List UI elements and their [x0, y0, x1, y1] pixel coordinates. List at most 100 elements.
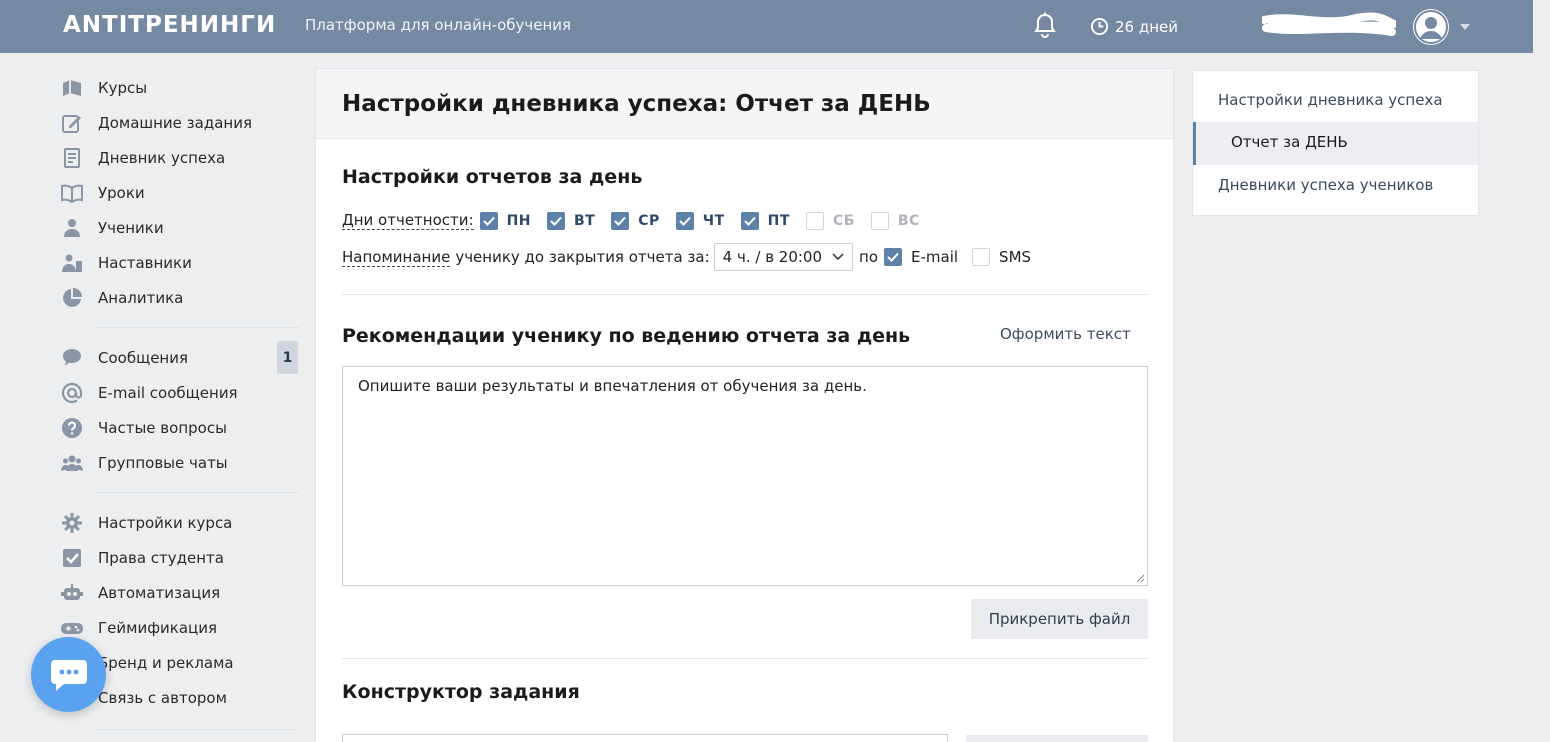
sidebar-item-lessons[interactable]: Уроки [55, 175, 300, 210]
sidebar-item-homework[interactable]: Домашние задания [55, 105, 300, 140]
daily-report-settings-title: Настройки отчетов за день [342, 166, 643, 188]
sidebar-item-group-chats[interactable]: Групповые чаты [55, 445, 300, 480]
sidebar-divider [97, 729, 299, 730]
reminder-label[interactable]: Напоминание [342, 248, 451, 267]
day-checkbox-wed[interactable] [611, 211, 630, 230]
messages-icon [61, 347, 83, 369]
courses-icon [61, 77, 83, 99]
timer-label: 26 дней [1115, 17, 1179, 36]
section-divider [342, 658, 1148, 659]
day-label-sun: ВС [897, 212, 920, 229]
recommendation-text: Опишите ваши результаты и впечатления от… [358, 377, 867, 395]
sidebar-item-label: Частые вопросы [98, 418, 227, 437]
homework-icon [61, 112, 83, 134]
sidebar-item-label: Настройки курса [98, 513, 233, 532]
logo[interactable]: ANTITРЕНИНГИ [63, 12, 276, 38]
students-icon [61, 217, 83, 239]
reminder-time-value: 4 ч. / в 20:00 [722, 248, 823, 266]
diary-settings-panel: Настройки дневника успеха: Отчет за ДЕНЬ… [315, 68, 1174, 742]
task-input[interactable] [342, 734, 948, 742]
sidebar-item-label: Геймификация [98, 618, 217, 637]
day-label-fri: ПТ [767, 212, 790, 229]
day-label-sat: СБ [832, 212, 855, 229]
group-chat-icon [61, 452, 83, 474]
robot-icon [61, 582, 83, 604]
sidebar-item-label: Связь с автором [98, 688, 227, 707]
day-checkbox-sat[interactable] [805, 211, 824, 230]
sidebar-item-label: Наставники [98, 253, 192, 272]
sms-label: SMS [999, 248, 1032, 266]
sidebar-item-label: E-mail сообщения [98, 383, 238, 402]
attach-file-button[interactable]: Прикрепить файл [971, 599, 1148, 639]
clock-icon [1090, 17, 1109, 36]
nav-daily-report-label: Отчет за ДЕНЬ [1231, 133, 1348, 151]
sidebar-item-course-settings[interactable]: Настройки курса [55, 505, 300, 540]
at-icon [61, 382, 83, 404]
reporting-days-row: Дни отчетности: ПН ВТ СР ЧТ ПТ СБ ВС [342, 211, 936, 230]
username-redacted[interactable] [1260, 12, 1398, 38]
sidebar-item-email-messages[interactable]: E-mail сообщения [55, 375, 300, 410]
nav-daily-report-active[interactable]: Отчет за ДЕНЬ [1193, 122, 1478, 165]
format-text-button[interactable]: Оформить текст [1000, 325, 1131, 343]
sidebar-item-gamification[interactable]: Геймификация [55, 610, 300, 645]
resize-handle-icon[interactable] [1136, 574, 1145, 583]
sidebar-item-label: Права студента [98, 548, 224, 567]
gamepad-icon [61, 617, 83, 639]
bell-icon[interactable] [1033, 12, 1057, 40]
sidebar-item-label: Сообщения [98, 348, 189, 367]
sidebar-item-faq[interactable]: Частые вопросы [55, 410, 300, 445]
day-label-tue: ВТ [574, 212, 596, 229]
sidebar-item-label: Ученики [98, 218, 164, 237]
sidebar-item-messages[interactable]: Сообщения 1 [55, 340, 300, 375]
panel-header: Настройки дневника успеха: Отчет за ДЕНЬ [316, 69, 1173, 139]
day-checkbox-tue[interactable] [547, 211, 565, 230]
day-label-wed: СР [638, 212, 660, 229]
subscription-timer[interactable]: 26 дней [1090, 17, 1178, 36]
day-checkbox-sun[interactable] [870, 211, 889, 230]
sidebar-item-label: Автоматизация [98, 583, 221, 602]
reminder-time-select[interactable]: 4 ч. / в 20:00 [713, 243, 854, 271]
avatar[interactable] [1413, 9, 1449, 45]
day-label-thu: ЧТ [702, 212, 725, 229]
email-label: E-mail [911, 248, 959, 266]
chevron-down-icon [832, 253, 844, 261]
sidebar-divider [97, 327, 299, 328]
sidebar-item-analytics[interactable]: Аналитика [55, 280, 300, 315]
email-checkbox[interactable] [884, 248, 903, 266]
day-checkbox-mon[interactable] [479, 211, 498, 230]
nav-diary-settings[interactable]: Настройки дневника успеха [1218, 91, 1443, 109]
chevron-down-icon[interactable] [1460, 24, 1470, 30]
page-title: Настройки дневника успеха: Отчет за ДЕНЬ [342, 91, 931, 117]
sidebar-item-label: Бренд и реклама [98, 653, 234, 672]
sidebar-item-mentors[interactable]: Наставники [55, 245, 300, 280]
task-add-button[interactable] [966, 735, 1148, 742]
top-bar: ANTITРЕНИНГИ Платформа для онлайн-обучен… [0, 0, 1533, 53]
task-constructor-title: Конструктор задания [342, 681, 580, 703]
sidebar-item-label: Домашние задания [98, 113, 252, 132]
sidebar-item-student-rights[interactable]: Права студента [55, 540, 300, 575]
tagline: Платформа для онлайн-обучения [305, 16, 572, 34]
reminder-row: Напоминание ученику до закрытия отчета з… [342, 243, 1031, 271]
reporting-days-label[interactable]: Дни отчетности: [342, 211, 474, 230]
sidebar-divider [97, 492, 299, 493]
day-checkbox-thu[interactable] [675, 211, 694, 230]
mentors-icon [61, 252, 83, 274]
sidebar-item-courses[interactable]: Курсы [55, 70, 300, 105]
recommendations-title: Рекомендации ученику по ведению отчета з… [342, 325, 911, 347]
day-label-mon: ПН [506, 212, 531, 229]
question-icon [61, 417, 83, 439]
lessons-icon [61, 182, 83, 204]
sidebar-item-students[interactable]: Ученики [55, 210, 300, 245]
sidebar-item-diary[interactable]: Дневник успеха [55, 140, 300, 175]
recommendation-textarea[interactable]: Опишите ваши результаты и впечатления от… [342, 366, 1148, 586]
sms-checkbox[interactable] [972, 248, 991, 266]
sidebar-item-label: Дневник успеха [98, 148, 226, 167]
chat-button[interactable] [31, 637, 106, 712]
sidebar-item-automation[interactable]: Автоматизация [55, 575, 300, 610]
day-checkbox-fri[interactable] [740, 211, 759, 230]
sidebar-item-label: Групповые чаты [98, 453, 228, 472]
section-divider [342, 294, 1148, 295]
chat-bubble-icon [50, 659, 87, 691]
nav-student-diaries[interactable]: Дневники успеха учеников [1218, 176, 1433, 194]
sidebar: Курсы Домашние задания Дневник успеха Ур… [55, 70, 300, 742]
